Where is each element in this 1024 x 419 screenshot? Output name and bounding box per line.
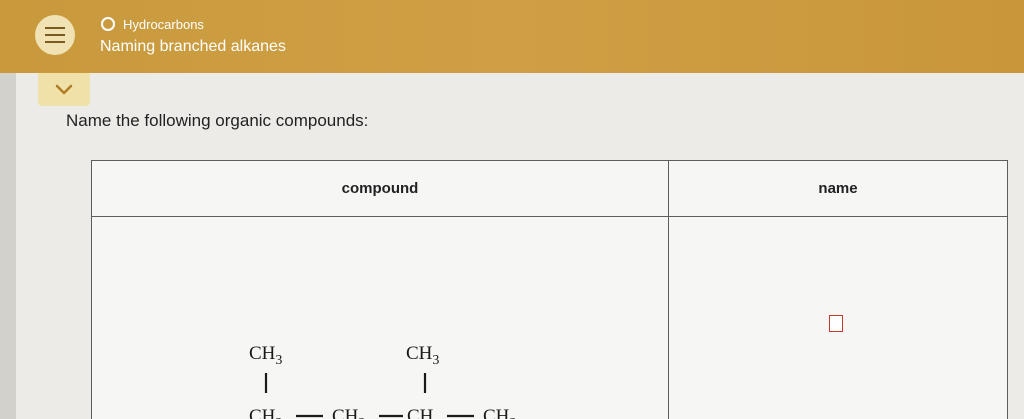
hamburger-icon [45, 27, 65, 29]
branch-right-group: CH3 [406, 343, 439, 368]
collapse-button[interactable] [38, 73, 90, 106]
answer-input[interactable] [829, 315, 843, 332]
hamburger-icon [45, 34, 65, 36]
answer-table: compound name CH3 CH3 CH2 CH2 CH CH3 [91, 160, 1008, 419]
table-header-row: compound name [91, 160, 1008, 217]
chevron-down-icon [55, 84, 73, 94]
chain-group-3: CH [407, 406, 434, 419]
page-title: Naming branched alkanes [100, 38, 286, 55]
topic-row: Hydrocarbons [101, 14, 204, 34]
chain-group-2: CH2 [332, 406, 365, 419]
column-header-name: name [668, 160, 1008, 217]
chain-group-4: CH3 [483, 406, 516, 419]
circle-icon [101, 17, 115, 31]
hamburger-icon [45, 41, 65, 43]
table-row: CH3 CH3 CH2 CH2 CH CH3 [91, 216, 1008, 419]
menu-button[interactable] [35, 15, 75, 55]
topic-header: Hydrocarbons Naming branched alkanes [0, 0, 1024, 73]
question-instruction: Name the following organic compounds: [66, 111, 369, 130]
name-cell [668, 216, 1008, 419]
topic-title: Hydrocarbons [123, 16, 204, 32]
branch-left-group: CH3 [249, 343, 282, 368]
structural-formula: CH3 CH3 CH2 CH2 CH CH3 [249, 343, 516, 419]
column-header-compound: compound [91, 160, 669, 217]
chain-group-1: CH2 [249, 406, 282, 419]
compound-cell: CH3 CH3 CH2 CH2 CH CH3 [91, 216, 669, 419]
